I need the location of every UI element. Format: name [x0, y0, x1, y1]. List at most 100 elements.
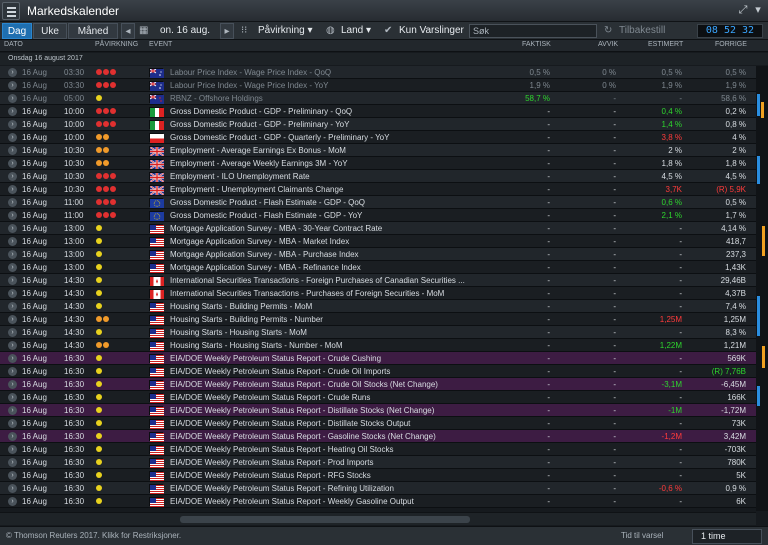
table-row[interactable]: › 16 Aug 14:30 Housing Starts - Building Pe…	[0, 313, 756, 326]
hamburger-menu-icon[interactable]	[2, 2, 20, 20]
table-row[interactable]: › 16 Aug 10:00 Gross Domestic Product - GDP…	[0, 118, 756, 131]
row-event[interactable]: RBNZ - Offshore Holdings	[170, 92, 492, 105]
tab-month[interactable]: Måned	[68, 23, 118, 39]
row-event[interactable]: Labour Price Index - Wage Price Index - …	[170, 66, 492, 79]
row-event[interactable]: Housing Starts - Housing Starts - MoM	[170, 326, 492, 339]
expand-row-icon[interactable]: ›	[8, 250, 17, 259]
reset-button[interactable]: Tilbakestill	[619, 23, 665, 39]
table-row[interactable]: › 16 Aug 16:30 EIA/DOE Weekly Petroleum Sta…	[0, 443, 756, 456]
row-event[interactable]: EIA/DOE Weekly Petroleum Status Report -…	[170, 430, 492, 443]
table-row[interactable]: › 16 Aug 16:30 EIA/DOE Weekly Petroleum Sta…	[0, 469, 756, 482]
horizontal-scrollbar[interactable]	[0, 512, 756, 525]
row-event[interactable]: Employment - ILO Unemployment Rate	[170, 170, 492, 183]
row-event[interactable]: EIA/DOE Weekly Petroleum Status Report -…	[170, 443, 492, 456]
row-event[interactable]: Labour Price Index - Wage Price Index - …	[170, 79, 492, 92]
expand-row-icon[interactable]: ›	[8, 159, 17, 168]
scrollbar-thumb[interactable]	[180, 516, 470, 523]
expand-row-icon[interactable]: ›	[8, 419, 17, 428]
expand-row-icon[interactable]: ›	[8, 276, 17, 285]
row-event[interactable]: EIA/DOE Weekly Petroleum Status Report -…	[170, 365, 492, 378]
table-row[interactable]: › 16 Aug 16:30 EIA/DOE Weekly Petroleum Sta…	[0, 482, 756, 495]
row-event[interactable]: EIA/DOE Weekly Petroleum Status Report -…	[170, 417, 492, 430]
row-event[interactable]: Employment - Unemployment Claimants Chan…	[170, 183, 492, 196]
expand-row-icon[interactable]: ›	[8, 458, 17, 467]
country-dropdown[interactable]: Land ▾	[341, 23, 371, 39]
table-row[interactable]: › 16 Aug 03:30 Labour Price Index - Wage Pr…	[0, 66, 756, 79]
row-event[interactable]: Gross Domestic Product - Flash Estimate …	[170, 196, 492, 209]
column-header-actual[interactable]: FAKTISK	[522, 41, 551, 48]
table-row[interactable]: › 16 Aug 10:00 Gross Domestic Product - GDP…	[0, 105, 756, 118]
expand-row-icon[interactable]: ›	[8, 68, 17, 77]
tab-day[interactable]: Dag	[2, 23, 32, 39]
expand-row-icon[interactable]: ›	[8, 185, 17, 194]
copyright-link[interactable]: © Thomson Reuters 2017. Klikk for Restri…	[6, 531, 181, 540]
table-row[interactable]: › 16 Aug 14:30 International Securities Tra…	[0, 274, 756, 287]
expand-row-icon[interactable]: ›	[8, 146, 17, 155]
table-row[interactable]: › 16 Aug 16:30 EIA/DOE Weekly Petroleum Sta…	[0, 378, 756, 391]
column-header-event[interactable]: EVENT	[149, 41, 172, 48]
expand-row-icon[interactable]: ›	[8, 406, 17, 415]
expand-row-icon[interactable]: ›	[8, 237, 17, 246]
table-row[interactable]: › 16 Aug 16:30 EIA/DOE Weekly Petroleum Sta…	[0, 430, 756, 443]
table-row[interactable]: › 16 Aug 16:30 EIA/DOE Weekly Petroleum Sta…	[0, 391, 756, 404]
expand-icon[interactable]: ⤢	[736, 3, 750, 18]
table-row[interactable]: › 16 Aug 11:00 Gross Domestic Product - Fla…	[0, 196, 756, 209]
row-event[interactable]: Mortgage Application Survey - MBA - Refi…	[170, 261, 492, 274]
impact-dropdown[interactable]: Påvirkning ▾	[258, 23, 313, 39]
table-row[interactable]: › 16 Aug 16:30 EIA/DOE Weekly Petroleum Sta…	[0, 495, 756, 508]
row-event[interactable]: Employment - Average Weekly Earnings 3M …	[170, 157, 492, 170]
expand-row-icon[interactable]: ›	[8, 81, 17, 90]
expand-row-icon[interactable]: ›	[8, 120, 17, 129]
row-event[interactable]: International Securities Transactions - …	[170, 287, 492, 300]
row-event[interactable]: International Securities Transactions - …	[170, 274, 492, 287]
row-event[interactable]: EIA/DOE Weekly Petroleum Status Report -…	[170, 378, 492, 391]
prev-date-button[interactable]: ◂	[121, 23, 135, 39]
table-row[interactable]: › 16 Aug 05:00 RBNZ - Offshore Holdings 58,7…	[0, 92, 756, 105]
table-row[interactable]: › 16 Aug 13:00 Mortgage Application Survey …	[0, 248, 756, 261]
expand-row-icon[interactable]: ›	[8, 107, 17, 116]
row-event[interactable]: Gross Domestic Product - GDP - Quarterly…	[170, 131, 492, 144]
table-row[interactable]: › 16 Aug 10:00 Gross Domestic Product - GDP…	[0, 131, 756, 144]
next-date-button[interactable]: ▸	[220, 23, 234, 39]
expand-row-icon[interactable]: ›	[8, 471, 17, 480]
row-event[interactable]: EIA/DOE Weekly Petroleum Status Report -…	[170, 391, 492, 404]
table-row[interactable]: › 16 Aug 13:00 Mortgage Application Survey …	[0, 235, 756, 248]
expand-row-icon[interactable]: ›	[8, 393, 17, 402]
row-event[interactable]: EIA/DOE Weekly Petroleum Status Report -…	[170, 456, 492, 469]
table-row[interactable]: › 16 Aug 16:30 EIA/DOE Weekly Petroleum Sta…	[0, 365, 756, 378]
search-input[interactable]: Søk	[469, 24, 597, 38]
date-label[interactable]: on. 16 aug.	[160, 23, 210, 39]
expand-row-icon[interactable]: ›	[8, 432, 17, 441]
expand-row-icon[interactable]: ›	[8, 172, 17, 181]
row-event[interactable]: Housing Starts - Building Permits - Numb…	[170, 313, 492, 326]
row-event[interactable]: Gross Domestic Product - GDP - Prelimina…	[170, 105, 492, 118]
alerts-only-toggle[interactable]: Kun Varslinger	[399, 23, 464, 39]
notice-select[interactable]: 1 time	[692, 529, 762, 544]
row-event[interactable]: Housing Starts - Housing Starts - Number…	[170, 339, 492, 352]
table-row[interactable]: › 16 Aug 10:30 Employment - ILO Unemploymen…	[0, 170, 756, 183]
column-header-estimate[interactable]: ESTIMERT	[648, 41, 683, 48]
table-row[interactable]: › 16 Aug 13:00 Mortgage Application Survey …	[0, 261, 756, 274]
table-row[interactable]: › 16 Aug 11:00 Gross Domestic Product - Fla…	[0, 209, 756, 222]
row-event[interactable]: Employment - Average Earnings Ex Bonus -…	[170, 144, 492, 157]
table-row[interactable]: › 16 Aug 10:30 Employment - Average Weekly …	[0, 157, 756, 170]
row-event[interactable]: Mortgage Application Survey - MBA - 30-Y…	[170, 222, 492, 235]
expand-row-icon[interactable]: ›	[8, 445, 17, 454]
table-row[interactable]: › 16 Aug 16:30 EIA/DOE Weekly Petroleum Sta…	[0, 456, 756, 469]
row-event[interactable]: EIA/DOE Weekly Petroleum Status Report -…	[170, 495, 492, 508]
column-header-date[interactable]: DATO	[4, 41, 23, 48]
expand-row-icon[interactable]: ›	[8, 211, 17, 220]
expand-row-icon[interactable]: ›	[8, 354, 17, 363]
tab-week[interactable]: Uke	[33, 23, 67, 39]
row-event[interactable]: Mortgage Application Survey - MBA - Purc…	[170, 248, 492, 261]
table-row[interactable]: › 16 Aug 14:30 Housing Starts - Housing Sta…	[0, 339, 756, 352]
row-event[interactable]: Mortgage Application Survey - MBA - Mark…	[170, 235, 492, 248]
expand-row-icon[interactable]: ›	[8, 94, 17, 103]
column-header-deviation[interactable]: AVVIK	[598, 41, 618, 48]
expand-row-icon[interactable]: ›	[8, 341, 17, 350]
table-row[interactable]: › 16 Aug 10:30 Employment - Average Earning…	[0, 144, 756, 157]
expand-row-icon[interactable]: ›	[8, 133, 17, 142]
table-row[interactable]: › 16 Aug 16:30 EIA/DOE Weekly Petroleum Sta…	[0, 404, 756, 417]
row-event[interactable]: Gross Domestic Product - GDP - Prelimina…	[170, 118, 492, 131]
minimize-icon[interactable]: ▾	[751, 3, 765, 18]
